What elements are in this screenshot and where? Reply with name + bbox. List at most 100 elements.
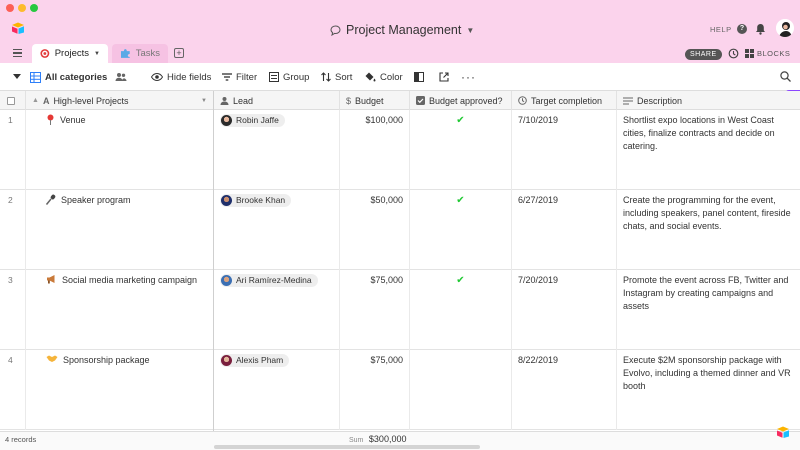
summary-bar: 4 records Sum $300,000 (0, 431, 800, 450)
sort-button[interactable]: Sort (321, 63, 352, 91)
collapse-sidebar-toggle[interactable] (13, 63, 21, 91)
close-window-button[interactable] (6, 4, 14, 12)
column-title-description: Description (637, 95, 683, 106)
lead-cell[interactable]: Robin Jaffe (214, 110, 340, 190)
chevron-down-icon[interactable]: ▼ (94, 51, 100, 57)
lead-cell[interactable]: Alexis Pham (214, 350, 340, 430)
column-header-target[interactable]: Target completion (512, 91, 617, 110)
collaborator-pill[interactable]: Alexis Pham (220, 354, 290, 367)
horizontal-scrollbar[interactable] (214, 445, 480, 449)
more-options-button[interactable]: ··· (461, 63, 476, 91)
description-cell[interactable]: Shortlist expo locations in West Coast c… (617, 110, 800, 190)
collaborator-pill[interactable]: Robin Jaffe (220, 114, 285, 127)
base-title[interactable]: Project Management ▼ (330, 22, 474, 38)
budget-cell[interactable]: $75,000 (340, 350, 410, 430)
lead-cell[interactable]: Brooke Khan (214, 190, 340, 270)
collaborator-pill[interactable]: Brooke Khan (220, 194, 292, 207)
table-row[interactable]: 4 Sponsorship package Alexis Pham $75,00… (0, 350, 800, 430)
project-cell[interactable]: Social media marketing campaign (40, 270, 214, 350)
avatar (221, 115, 232, 126)
row-number: 2 (0, 190, 26, 270)
description-cell[interactable]: Promote the event across FB, Twitter and… (617, 270, 800, 350)
lead-name: Alexis Pham (236, 355, 284, 365)
project-cell[interactable]: Speaker program (40, 190, 214, 270)
approved-checkbox[interactable]: ✔ (410, 110, 512, 190)
table-row[interactable]: 3 Social media marketing campaign Ari Ra… (0, 270, 800, 350)
group-button[interactable]: Group (269, 63, 309, 91)
row-number: 1 (0, 110, 26, 190)
color-button[interactable]: Color (365, 63, 403, 91)
budget-sum[interactable]: Sum $300,000 (349, 434, 406, 444)
table-tab-bar: Projects ▼ Tasks + SHARE BLOCKS (0, 44, 800, 63)
select-all-checkbox[interactable] (0, 91, 26, 110)
project-name: Social media marketing campaign (62, 275, 198, 285)
lead-name: Ari Ramírez-Medina (236, 275, 312, 285)
blocks-icon (745, 49, 754, 58)
share-button[interactable]: SHARE (685, 49, 722, 60)
approved-checkbox[interactable] (410, 350, 512, 430)
column-header-project[interactable]: ▲ A High-level Projects ▼ (26, 91, 214, 110)
lead-cell[interactable]: Ari Ramírez-Medina (214, 270, 340, 350)
target-icon (40, 49, 50, 58)
description-cell[interactable]: Execute $2M sponsorship package with Evo… (617, 350, 800, 430)
column-title-project: High-level Projects (53, 95, 129, 106)
blocks-button[interactable]: BLOCKS (745, 49, 790, 58)
column-header-description[interactable]: Description (617, 91, 800, 110)
budget-cell[interactable]: $50,000 (340, 190, 410, 270)
collaborator-pill[interactable]: Ari Ramírez-Medina (220, 274, 318, 287)
avatar (221, 275, 232, 286)
checkbox-field-icon (416, 96, 425, 105)
budget-cell[interactable]: $75,000 (340, 270, 410, 350)
share-view-button[interactable] (439, 63, 449, 91)
airtable-logo-icon[interactable] (11, 22, 25, 34)
row-height-icon (414, 72, 424, 82)
budget-cell[interactable]: $100,000 (340, 110, 410, 190)
target-date-cell[interactable]: 6/27/2019 (512, 190, 617, 270)
collaborators-button[interactable] (115, 63, 127, 91)
view-switcher[interactable]: All categories (30, 63, 107, 91)
hide-fields-button[interactable]: Hide fields (151, 63, 211, 91)
row-height-button[interactable] (414, 63, 424, 91)
filter-label: Filter (236, 71, 258, 83)
column-header-lead[interactable]: Lead (214, 91, 340, 110)
column-title-approved: Budget approved? (429, 95, 503, 106)
approved-checkbox[interactable]: ✔ (410, 190, 512, 270)
blocks-label: BLOCKS (757, 49, 791, 58)
user-avatar[interactable] (776, 19, 794, 37)
sort-icon (321, 72, 331, 82)
project-cell[interactable]: Venue (40, 110, 214, 190)
column-title-target: Target completion (531, 95, 603, 106)
history-icon[interactable] (728, 48, 739, 59)
tab-tasks[interactable]: Tasks (112, 44, 168, 63)
column-header-approved[interactable]: Budget approved? (410, 91, 512, 110)
long-text-field-icon (623, 97, 633, 104)
tab-projects[interactable]: Projects ▼ (32, 44, 108, 63)
minimize-window-button[interactable] (18, 4, 26, 12)
column-title-budget: Budget (355, 95, 384, 106)
target-date-cell[interactable]: 7/10/2019 (512, 110, 617, 190)
zoom-window-button[interactable] (30, 4, 38, 12)
target-date-cell[interactable]: 7/20/2019 (512, 270, 617, 350)
microphone-icon (46, 194, 56, 205)
group-label: Group (283, 71, 310, 83)
menu-icon[interactable] (13, 49, 22, 57)
chevron-down-icon[interactable]: ▼ (201, 98, 207, 104)
filter-button[interactable]: Filter (222, 63, 257, 91)
help-label[interactable]: HELP (710, 25, 732, 34)
search-icon[interactable] (780, 71, 791, 82)
bell-icon[interactable] (755, 23, 766, 35)
approved-checkbox[interactable]: ✔ (410, 270, 512, 350)
pin-icon (47, 114, 54, 125)
filter-icon (222, 73, 232, 81)
chat-bubble-icon (330, 24, 341, 36)
project-cell[interactable]: Sponsorship package (40, 350, 214, 430)
table-row[interactable]: 2 Speaker program Brooke Khan $50,000 ✔ … (0, 190, 800, 270)
frozen-column-divider[interactable] (213, 91, 214, 431)
lead-name: Brooke Khan (236, 195, 286, 205)
description-cell[interactable]: Create the programming for the event, in… (617, 190, 800, 270)
help-icon[interactable]: ? (737, 24, 747, 34)
target-date-cell[interactable]: 8/22/2019 (512, 350, 617, 430)
add-table-button[interactable]: + (174, 48, 184, 58)
table-row[interactable]: 1 Venue Robin Jaffe $100,000 ✔ 7/10/2019… (0, 110, 800, 190)
column-header-budget[interactable]: $ Budget (340, 91, 410, 110)
